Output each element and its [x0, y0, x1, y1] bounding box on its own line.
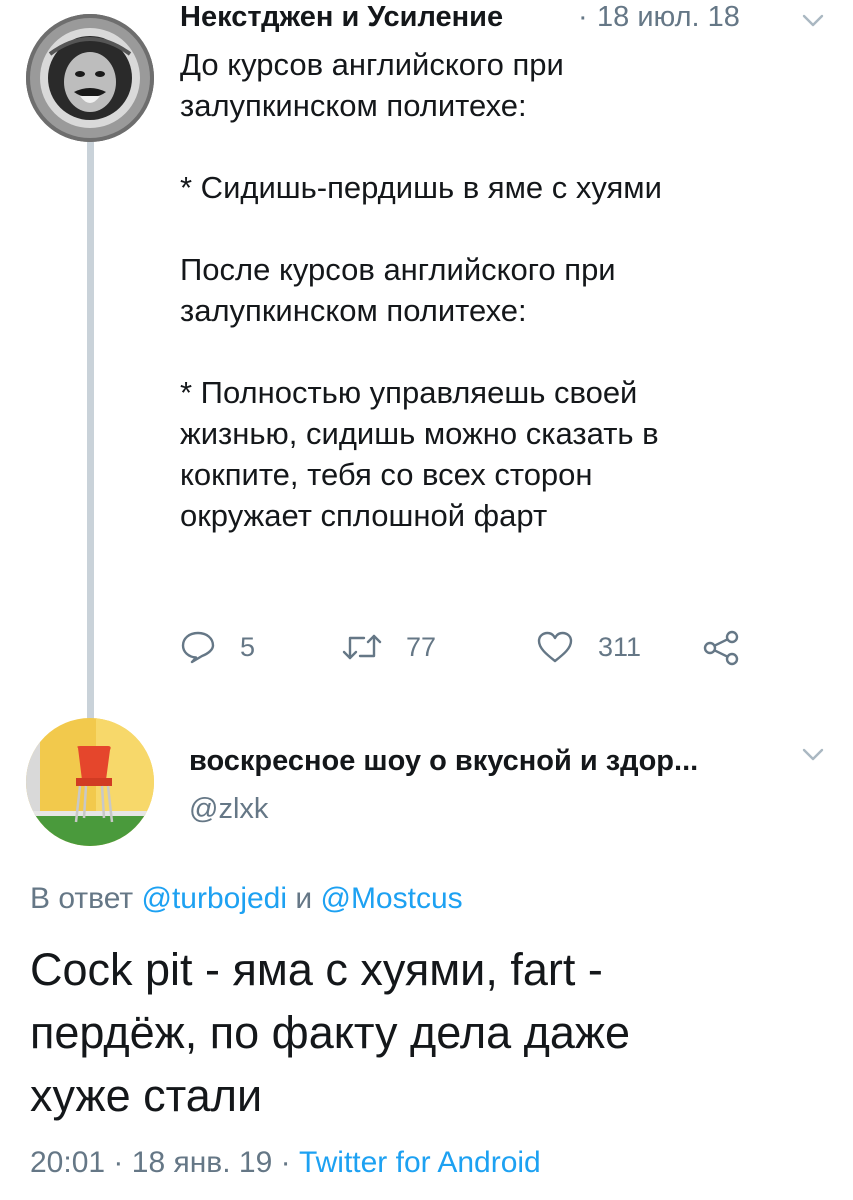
tweet-time[interactable]: 20:01	[30, 1146, 105, 1179]
tweet-line: окружает сплошной фарт	[180, 498, 548, 533]
tweet-line: * Полностью управляешь своей	[180, 375, 638, 410]
chevron-down-icon[interactable]	[802, 748, 824, 762]
reply-prefix: В ответ	[30, 882, 134, 915]
reply-author-name[interactable]: воскресное шоу о вкусной и здор...	[189, 745, 698, 778]
author-avatar[interactable]	[26, 14, 154, 142]
tweet-date[interactable]: 18 июл. 18	[597, 1, 740, 34]
mention-link[interactable]: @turbojedi	[141, 882, 287, 915]
chevron-down-icon[interactable]	[802, 14, 824, 28]
like-button[interactable]: 311	[536, 626, 666, 670]
tweet-line: кокпите, тебя со всех сторон	[180, 457, 593, 492]
retweet-count: 77	[406, 632, 437, 662]
tweet-date[interactable]: 18 янв. 19	[132, 1146, 273, 1179]
retweet-icon	[342, 634, 382, 660]
retweet-button[interactable]: 77	[342, 626, 462, 670]
tweet-line: залупкинском политехе:	[180, 293, 527, 328]
mention-link[interactable]: @Mostcus	[320, 882, 462, 915]
tweet-text: До курсов английского при залупкинском п…	[180, 44, 820, 536]
thread-connector-line	[87, 142, 94, 720]
reply-author-avatar[interactable]	[26, 718, 154, 846]
tweet-line: хуже стали	[30, 1070, 263, 1121]
tweet-metadata: 20:01 · 18 янв. 19 · Twitter for Android	[30, 1146, 541, 1180]
tweet-line: До курсов английского при	[180, 47, 564, 82]
reply-icon	[181, 631, 215, 664]
reply-count: 5	[240, 632, 256, 662]
share-icon	[703, 630, 739, 666]
tweet-line: После курсов английского при	[180, 252, 616, 287]
reply-conjunction: и	[295, 882, 313, 915]
share-button[interactable]	[702, 626, 746, 670]
tweet-header: Некстджен и Усиление · 18 июл. 18	[180, 0, 820, 36]
tweet-source-link[interactable]: Twitter for Android	[299, 1146, 541, 1179]
separator-dot: ·	[113, 1146, 124, 1179]
reply-button[interactable]: 5	[180, 626, 280, 670]
reply-tweet-text: Cock pit - яма с хуями, fart - пердёж, п…	[30, 938, 830, 1127]
like-icon	[537, 631, 573, 663]
tweet-line: пердёж, по факту дела даже	[30, 1007, 631, 1058]
tweet-actions: 5 77 311	[180, 626, 780, 670]
tweet-line: жизнью, сидишь можно сказать в	[180, 416, 659, 451]
author-name[interactable]: Некстджен и Усиление	[180, 1, 503, 34]
reply-context: В ответ @turbojedi и @Mostcus	[30, 882, 463, 916]
tweet-line: Cock pit - яма с хуями, fart -	[30, 944, 603, 995]
tweet-line: * Сидишь-пердишь в яме с хуями	[180, 170, 662, 205]
like-count: 311	[598, 632, 642, 662]
reply-author-handle[interactable]: @zlxk	[189, 793, 268, 826]
tweet-line: залупкинском политехе:	[180, 88, 527, 123]
separator-dot: ·	[280, 1146, 291, 1179]
separator-dot: ·	[578, 1, 588, 33]
